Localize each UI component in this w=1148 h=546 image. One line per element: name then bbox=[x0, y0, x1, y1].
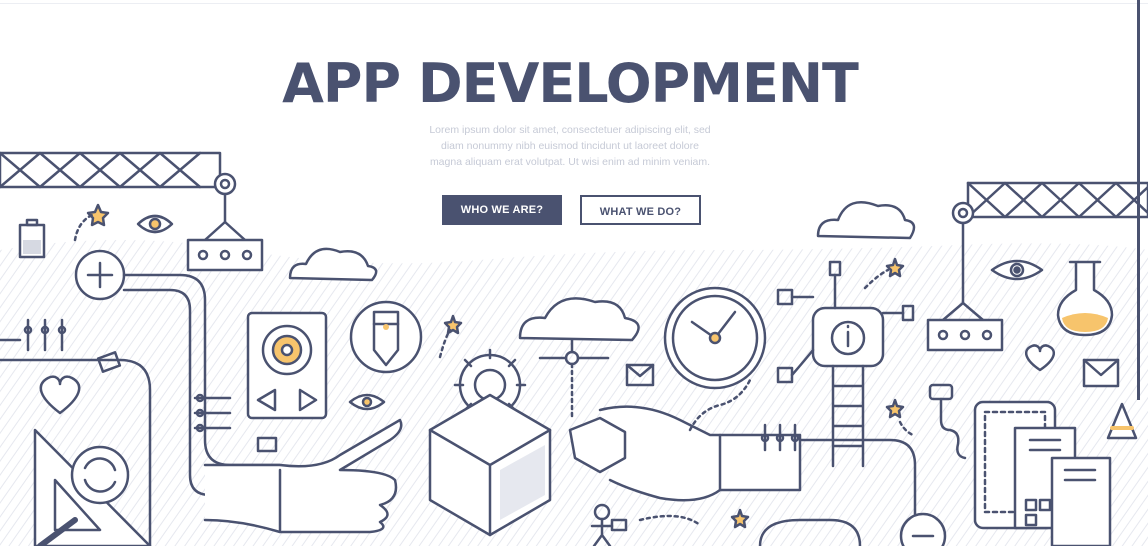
speaker-icon bbox=[246, 311, 328, 420]
description-line: Lorem ipsum dolor sit amet, consectetuer… bbox=[429, 124, 711, 136]
clock-icon bbox=[663, 286, 767, 390]
eye-icon-2 bbox=[348, 393, 386, 411]
hero-description: Lorem ipsum dolor sit amet, consectetuer… bbox=[390, 122, 750, 170]
scrollbar[interactable] bbox=[1137, 0, 1140, 400]
plus-icon bbox=[74, 249, 126, 301]
hero-banner: APP DEVELOPMENT Lorem ipsum dolor sit am… bbox=[0, 0, 1148, 546]
description-line: magna aliquam erat volutpat. Ut wisi eni… bbox=[429, 156, 711, 168]
who-we-are-button[interactable]: WHO WE ARE? bbox=[442, 195, 562, 225]
description-line: diam nonummy nibh euismod tincidunt ut l… bbox=[441, 140, 699, 152]
cloud-icon bbox=[288, 247, 378, 282]
pencil-icon bbox=[349, 300, 423, 374]
cloud-icon-2 bbox=[816, 201, 916, 240]
plus-icon-2 bbox=[899, 512, 947, 546]
eye-icon bbox=[136, 214, 174, 234]
what-we-do-button[interactable]: WHAT WE DO? bbox=[580, 195, 701, 225]
page-title: APP DEVELOPMENT bbox=[282, 52, 859, 115]
refresh-icon bbox=[70, 445, 130, 505]
battery-icon bbox=[18, 218, 46, 259]
